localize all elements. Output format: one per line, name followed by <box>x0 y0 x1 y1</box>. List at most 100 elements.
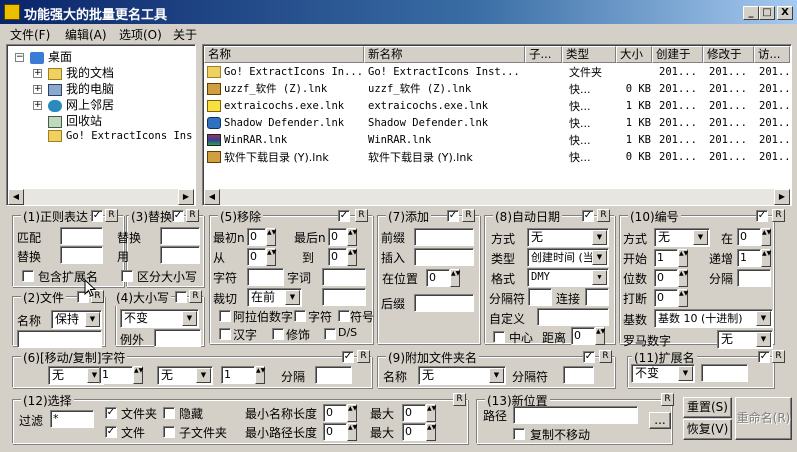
ext-enable-checkbox[interactable]: ✓ <box>758 351 770 363</box>
movecopy-sep-input[interactable] <box>315 366 352 384</box>
dropdown-arrow-icon[interactable]: ▼ <box>756 332 771 347</box>
first-n-input[interactable]: 0 <box>247 228 266 246</box>
include-ext-checkbox[interactable] <box>22 270 34 282</box>
dropdown-arrow-icon[interactable]: ▼ <box>592 250 607 265</box>
movecopy-c-select[interactable]: 无 ▼ <box>157 366 213 385</box>
num-break-spinner[interactable]: ▲▼ <box>678 289 688 307</box>
num-digits-spinner[interactable]: ▲▼ <box>678 269 688 287</box>
scroll-right-icon[interactable]: ▶ <box>774 189 790 205</box>
insert-input[interactable] <box>414 248 474 266</box>
regex-enable-checkbox[interactable]: ✓ <box>91 210 103 222</box>
column-accessed[interactable]: 访... <box>754 46 790 63</box>
min-path-spinner[interactable]: ▲▼ <box>347 423 357 441</box>
hanzi-checkbox[interactable] <box>219 328 231 340</box>
dropdown-arrow-icon[interactable]: ▼ <box>182 311 197 326</box>
center-checkbox[interactable] <box>493 331 505 343</box>
path-input[interactable] <box>513 406 638 424</box>
expand-icon[interactable]: + <box>33 101 42 110</box>
prefix-input[interactable] <box>414 228 474 246</box>
num-mode-select[interactable]: 无 ▼ <box>654 228 710 247</box>
file-name-input[interactable] <box>17 330 102 348</box>
replace-with-input[interactable] <box>160 246 200 264</box>
add-reset-button[interactable]: R <box>462 209 475 222</box>
max-name-input[interactable]: 0 <box>402 404 426 422</box>
table-row[interactable]: extraicochs.exe.lnk extraicochs.exe.lnk … <box>204 98 790 115</box>
movecopy-d-input[interactable]: 1 <box>221 366 255 384</box>
rename-button[interactable]: 重命名(R) <box>735 397 792 440</box>
column-type[interactable]: 类型 <box>562 46 616 63</box>
num-start-spinner[interactable]: ▲▼ <box>678 249 688 267</box>
replace-reset-button[interactable]: R <box>186 209 199 222</box>
movecopy-a-select[interactable]: 无 ▼ <box>48 366 104 385</box>
num-step-spinner[interactable]: ▲▼ <box>761 249 771 267</box>
case-reset-button[interactable]: R <box>189 290 202 303</box>
date-separator-input[interactable] <box>528 288 552 306</box>
num-sep-input[interactable] <box>737 269 771 287</box>
table-row[interactable]: 软件下载目录 (Y).lnk 软件下载目录 (Y).lnk 快... 0 KB … <box>204 149 790 166</box>
arabic-checkbox[interactable] <box>219 310 231 322</box>
min-name-spinner[interactable]: ▲▼ <box>347 404 357 422</box>
column-created[interactable]: 创建于 <box>652 46 703 63</box>
filter-input[interactable]: * <box>50 410 94 428</box>
from-input[interactable]: 0 <box>247 248 266 266</box>
symbols-checkbox[interactable] <box>338 310 350 322</box>
first-n-spinner[interactable]: ▲▼ <box>266 228 276 246</box>
at-pos-spinner[interactable]: ▲▼ <box>450 269 460 287</box>
folder-sep-input[interactable] <box>563 366 594 384</box>
roman-select[interactable]: 无 ▼ <box>717 330 773 349</box>
movecopy-b-spinner[interactable]: ▲▼ <box>133 366 143 384</box>
menu-about[interactable]: 关于 <box>173 26 197 43</box>
last-n-spinner[interactable]: ▲▼ <box>347 228 357 246</box>
case-sensitive-checkbox[interactable] <box>121 270 133 282</box>
num-start-input[interactable]: 1 <box>654 249 678 267</box>
dropdown-arrow-icon[interactable]: ▼ <box>285 290 300 305</box>
case-enable-checkbox[interactable] <box>175 291 187 303</box>
at-pos-input[interactable]: 0 <box>426 269 450 287</box>
column-size[interactable]: 大小 <box>616 46 652 63</box>
folder-name-select[interactable]: 无 ▼ <box>418 366 506 385</box>
num-break-input[interactable]: 0 <box>654 289 678 307</box>
autodate-enable-checkbox[interactable]: ✓ <box>582 210 594 222</box>
browse-button[interactable]: ... <box>649 412 671 429</box>
tree-item-extracticons[interactable]: Go! ExtractIcons Ins <box>48 128 192 142</box>
scroll-left-icon[interactable]: ◀ <box>204 189 220 205</box>
case-select[interactable]: 不变 ▼ <box>120 309 199 328</box>
movecopy-d-spinner[interactable]: ▲▼ <box>255 366 265 384</box>
min-name-input[interactable]: 0 <box>323 404 347 422</box>
hidden-checkbox[interactable] <box>163 407 175 419</box>
menu-edit[interactable]: 编辑(A) <box>65 26 107 43</box>
dropdown-arrow-icon[interactable]: ▼ <box>678 366 693 381</box>
num-step-input[interactable]: 1 <box>737 249 761 267</box>
tree-item-desktop[interactable]: − 桌面 <box>15 48 72 65</box>
tree-item-my-computer[interactable]: + 我的电脑 <box>33 80 114 97</box>
copy-not-move-checkbox[interactable] <box>513 428 525 440</box>
date-mode-select[interactable]: 无 ▼ <box>527 228 609 247</box>
replace-find-input[interactable] <box>160 227 200 245</box>
reset-button[interactable]: 重置(S) <box>683 397 732 418</box>
movecopy-enable-checkbox[interactable]: ✓ <box>342 351 354 363</box>
regex-replace-input[interactable] <box>60 246 103 264</box>
collapse-icon[interactable]: − <box>15 53 24 62</box>
movecopy-b-input[interactable]: 1 <box>99 366 133 384</box>
movecopy-reset-button[interactable]: R <box>357 350 370 363</box>
column-name[interactable]: 名称 <box>204 46 364 63</box>
folder-tree[interactable]: − 桌面 + 我的文档 + 我的电脑 + 网上邻居 回收站 Go! ExtractIco… <box>6 44 196 206</box>
column-modified[interactable]: 修改于 <box>703 46 754 63</box>
dropdown-arrow-icon[interactable]: ▼ <box>756 311 771 326</box>
numbering-enable-checkbox[interactable]: ✓ <box>756 210 768 222</box>
location-reset-button[interactable]: R <box>661 393 674 406</box>
restore-button[interactable]: 恢复(V) <box>683 419 732 440</box>
accents-checkbox[interactable] <box>272 328 284 340</box>
folder-enable-checkbox[interactable]: ✓ <box>583 351 595 363</box>
autodate-reset-button[interactable]: R <box>597 209 610 222</box>
minimize-button[interactable]: _ <box>743 6 759 20</box>
num-digits-input[interactable]: 0 <box>654 269 678 287</box>
expand-icon[interactable]: + <box>33 85 42 94</box>
maximize-button[interactable]: □ <box>759 6 775 20</box>
dropdown-arrow-icon[interactable]: ▼ <box>489 368 504 383</box>
date-connect-input[interactable] <box>585 288 609 306</box>
numbering-reset-button[interactable]: R <box>772 209 785 222</box>
dropdown-arrow-icon[interactable]: ▼ <box>693 230 708 245</box>
tree-item-network[interactable]: + 网上邻居 <box>33 96 114 113</box>
regex-reset-button[interactable]: R <box>105 209 118 222</box>
